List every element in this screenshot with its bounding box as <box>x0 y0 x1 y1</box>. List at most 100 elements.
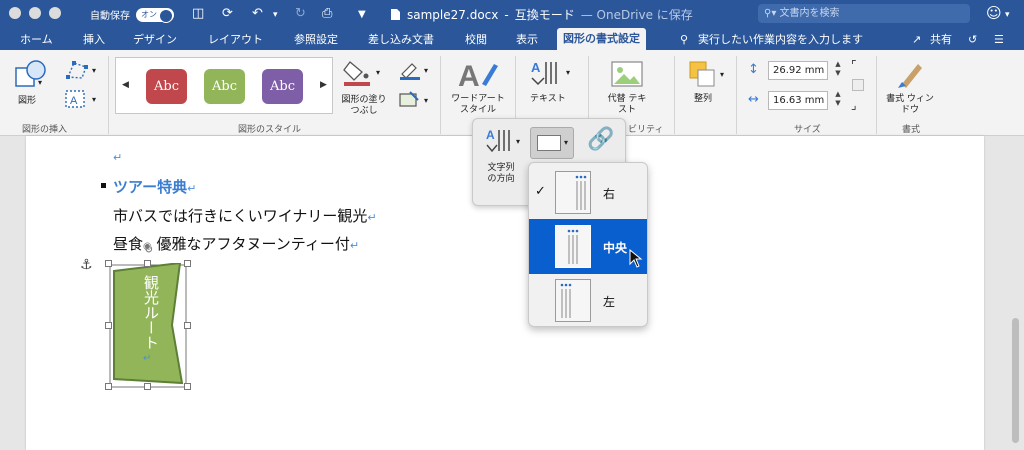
window-controls <box>9 7 61 19</box>
history-icon[interactable]: ↺ <box>968 31 977 48</box>
close-window-button[interactable] <box>9 7 21 19</box>
tab-insert[interactable]: 挿入 <box>77 31 111 48</box>
shape-outline-dropdown-icon[interactable]: ▾ <box>424 66 428 75</box>
feedback-icon[interactable]: ☺ <box>986 4 1002 22</box>
autosave: 自動保存 オン <box>90 7 174 23</box>
route-shape[interactable]: 観光ルート ↵ ↻ <box>105 243 191 390</box>
tab-layout[interactable]: レイアウト <box>202 31 269 48</box>
tab-references[interactable]: 参照設定 <box>288 31 344 48</box>
style-swatch-green[interactable]: Abc <box>204 69 245 104</box>
shape-height-input[interactable]: 26.92 mm <box>768 61 828 80</box>
minimize-window-button[interactable] <box>29 7 41 19</box>
tab-mailings[interactable]: 差し込み文書 <box>362 31 440 48</box>
search-icon: ⚲▾ <box>764 8 777 19</box>
text-box-dropdown-icon[interactable]: ▾ <box>92 95 96 104</box>
text-box-icon[interactable]: A <box>64 89 86 109</box>
align-option-center[interactable]: 中央 <box>529 219 647 274</box>
print-icon[interactable]: ⎙ <box>322 6 332 21</box>
body-line-1[interactable]: 市バスでは行きにくいワイナリー観光↵ <box>113 205 377 226</box>
style-swatch-red[interactable]: Abc <box>146 69 187 104</box>
mouse-cursor-icon <box>629 249 643 268</box>
format-pane-icon[interactable] <box>896 58 926 90</box>
tab-shape-format[interactable]: 図形の書式設定 <box>557 28 646 50</box>
resize-handle[interactable] <box>105 383 112 390</box>
lock-aspect-checkbox[interactable] <box>852 79 864 91</box>
title-separator: - <box>504 7 509 22</box>
alt-text-icon[interactable] <box>610 60 644 88</box>
share-button[interactable]: 共有 <box>930 31 952 48</box>
gallery-prev-icon[interactable]: ◀ <box>122 80 129 90</box>
wordart-styles-label: ワードアート スタイル <box>451 94 505 115</box>
share-icon: ↗ <box>912 33 922 46</box>
heading-line[interactable]: ツアー特典↵ <box>113 176 196 197</box>
align-center-thumbnail <box>555 225 591 268</box>
size-group-label: サイズ <box>794 125 821 135</box>
align-text-preview-icon <box>537 135 561 151</box>
shape-fill-icon[interactable] <box>342 58 372 88</box>
format-group-label: 書式 <box>902 125 921 135</box>
align-option-left[interactable]: 左 <box>529 273 647 326</box>
zoom-window-button[interactable] <box>49 7 61 19</box>
shapes-icon[interactable] <box>14 58 48 90</box>
undo-icon[interactable]: ↶ <box>252 6 263 21</box>
checkmark-icon: ✓ <box>535 184 546 199</box>
shape-outline-icon[interactable] <box>398 60 422 80</box>
comments-icon[interactable]: ☰ <box>994 31 1004 48</box>
sidebar-toggle-icon[interactable]: ◫ <box>192 6 204 21</box>
search-input[interactable]: ⚲▾ 文書内を検索 <box>758 4 970 23</box>
style-swatch-purple[interactable]: Abc <box>262 69 303 104</box>
lunch-text: 昼食 <box>113 235 144 253</box>
align-right-label: 右 <box>603 187 616 201</box>
text-direction-label: 文字列 の方向 <box>487 163 515 184</box>
gallery-next-icon[interactable]: ▶ <box>320 80 327 90</box>
save-icon[interactable]: ⟳ <box>222 6 233 21</box>
insert-shapes-group-label: 図形の挿入 <box>22 125 68 135</box>
shape-width-icon: ↔ <box>748 92 759 107</box>
autosave-toggle[interactable]: オン <box>136 7 174 23</box>
resize-handle[interactable] <box>105 322 112 329</box>
paragraph-mark: ↵ <box>113 151 123 164</box>
resize-handle[interactable] <box>144 383 151 390</box>
tab-review[interactable]: 校閲 <box>459 31 493 48</box>
ribbon-separator <box>440 56 441 134</box>
tour-heading: ツアー特典 <box>113 178 188 196</box>
ribbon-separator <box>736 56 737 134</box>
edit-shape-icon[interactable] <box>64 59 90 81</box>
shape-width-input[interactable]: 16.63 mm <box>768 91 828 110</box>
text-direction-icon[interactable]: A <box>485 127 513 155</box>
shape-height-stepper[interactable]: ▲ ▼ <box>832 60 844 78</box>
resize-handle[interactable] <box>184 383 191 390</box>
feedback-dropdown-icon[interactable]: ▾ <box>1005 10 1010 20</box>
tab-view[interactable]: 表示 <box>510 31 544 48</box>
wordart-icon[interactable]: A <box>456 56 500 92</box>
autosave-label: 自動保存 <box>90 11 130 22</box>
tell-me-input[interactable]: 実行したい作業内容を入力します <box>698 31 863 48</box>
text-dropdown-icon[interactable]: ▾ <box>566 68 570 77</box>
text-icon[interactable]: A <box>530 58 564 88</box>
redo-icon[interactable]: ↻ <box>295 6 306 21</box>
rotate-handle-icon[interactable]: ↻ <box>144 243 153 256</box>
align-text-button[interactable]: ▾ <box>530 127 574 159</box>
shape-effects-icon[interactable] <box>398 90 422 110</box>
tab-design[interactable]: デザイン <box>127 31 183 48</box>
arrange-dropdown-icon[interactable]: ▾ <box>720 70 724 79</box>
customize-toolbar-icon[interactable]: ▼ <box>358 9 366 20</box>
align-option-right[interactable]: ✓ 右 <box>529 165 647 220</box>
resize-handle[interactable] <box>144 260 151 267</box>
shape-effects-dropdown-icon[interactable]: ▾ <box>424 96 428 105</box>
resize-handle[interactable] <box>184 260 191 267</box>
document-title: sample27.docx - 互換モード — OneDrive に保存 <box>390 6 693 23</box>
cloud-status: — OneDrive に保存 <box>580 8 693 22</box>
arrange-icon[interactable] <box>688 60 718 88</box>
link-text-box-icon[interactable]: 🔗 <box>587 127 614 152</box>
shape-fill-dropdown-icon[interactable]: ▾ <box>376 68 380 77</box>
vertical-scrollbar[interactable] <box>1012 318 1019 443</box>
shapes-dropdown-icon[interactable]: ▾ <box>38 78 42 87</box>
resize-handle[interactable] <box>105 260 112 267</box>
tab-home[interactable]: ホーム <box>14 31 59 48</box>
text-direction-dropdown-icon[interactable]: ▾ <box>516 137 520 146</box>
edit-shape-dropdown-icon[interactable]: ▾ <box>92 66 96 75</box>
undo-dropdown-icon[interactable]: ▾ <box>273 10 278 20</box>
resize-handle[interactable] <box>184 322 191 329</box>
shape-width-stepper[interactable]: ▲ ▼ <box>832 90 844 108</box>
